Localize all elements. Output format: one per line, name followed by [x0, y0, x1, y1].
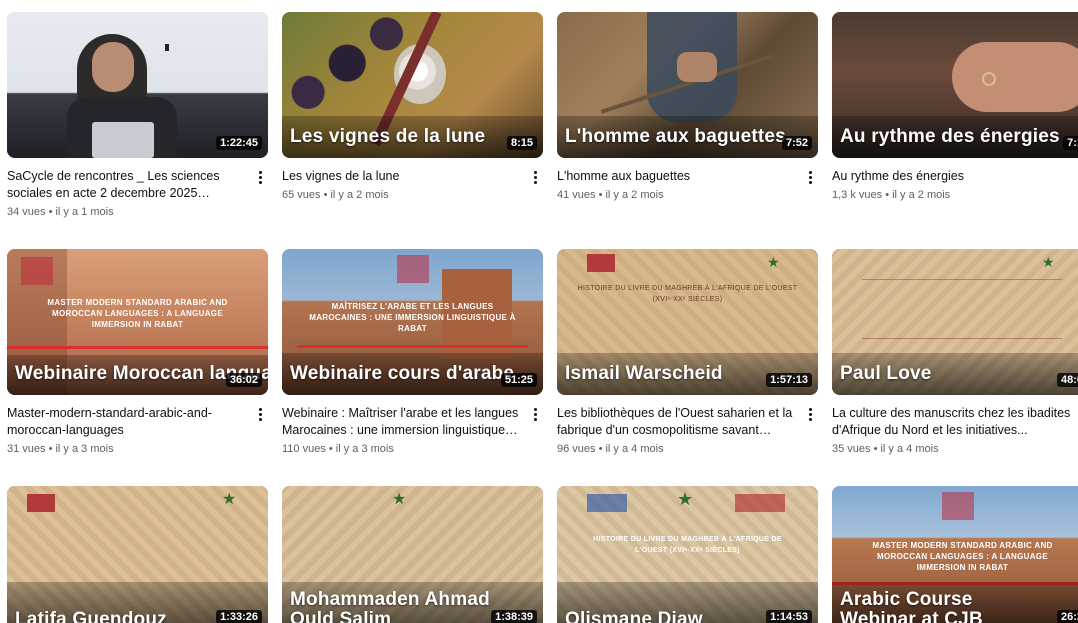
video-meta: Master-modern-standard-arabic-and-morocc… — [7, 395, 268, 455]
video-stats: 110 vues • il y a 3 mois — [282, 443, 394, 455]
more-options-icon[interactable] — [252, 168, 268, 186]
video-thumbnail[interactable]: 1:22:45 — [7, 12, 268, 158]
video-meta: SaCycle de rencontres _ Les sciences soc… — [7, 158, 268, 218]
thumbnail-overlay-title: Paul Love — [840, 363, 932, 384]
video-card[interactable]: MAÎTRISEZ L'ARABE ET LES LANGUES MAROCAI… — [282, 249, 543, 455]
video-card[interactable]: 1:22:45 SaCycle de rencontres _ Les scie… — [7, 12, 268, 218]
video-meta: Webinaire : Maîtriser l'arabe et les lan… — [282, 395, 543, 455]
thumbnail-overlay-title: Latifa Guendouz — [15, 609, 167, 623]
duration-badge: 8:15 — [506, 136, 537, 150]
thumbnail-overlay-title: Les vignes de la lune — [290, 126, 486, 147]
video-thumbnail[interactable]: Au rythme des énergies 7:1 — [832, 12, 1078, 158]
video-title[interactable]: Master-modern-standard-arabic-and-morocc… — [7, 405, 246, 439]
duration-badge: 1:57:13 — [766, 373, 812, 387]
video-title[interactable]: L'homme aux baguettes — [557, 168, 796, 185]
video-meta: L'homme aux baguettes 41 vues • il y a 2… — [557, 158, 818, 201]
duration-badge: 7:52 — [781, 136, 812, 150]
thumbnail-subtext: MASTER MODERN STANDARD ARABIC AND MOROCC… — [47, 298, 228, 329]
thumbnail-subtext: HISTOIRE DU LIVRE DU MAGHREB À L'AFRIQUE… — [577, 285, 798, 303]
video-card[interactable]: ★ Latifa Guendouz 1:33:26 — [7, 486, 268, 623]
video-card[interactable]: L'homme aux baguettes 7:52 L'homme aux b… — [557, 12, 818, 201]
video-thumbnail[interactable]: MAÎTRISEZ L'ARABE ET LES LANGUES MAROCAI… — [282, 249, 543, 395]
video-thumbnail[interactable]: MASTER MODERN STANDARD ARABIC AND MOROCC… — [7, 249, 268, 395]
duration-badge: 1:22:45 — [216, 136, 262, 150]
duration-badge: 48:0 — [1056, 373, 1078, 387]
more-options-icon[interactable] — [527, 405, 543, 423]
video-meta: Au rythme des énergies 1,3 k vues • il y… — [832, 158, 1078, 201]
duration-badge: 36:02 — [225, 373, 262, 387]
thumbnail-subtext: MAÎTRISEZ L'ARABE ET LES LANGUES MAROCAI… — [309, 302, 516, 333]
thumbnail-overlay-title: Ismail Warscheid — [565, 363, 723, 384]
thumbnail-overlay-title: L'homme aux baguettes — [565, 126, 786, 147]
thumbnail-overlay-title: Au rythme des énergies — [840, 126, 1060, 147]
video-card[interactable]: MASTER MODERN STANDARD ARABIC AND MOROCC… — [832, 486, 1078, 623]
video-stats: 35 vues • il y a 4 mois — [832, 443, 939, 455]
video-thumbnail[interactable]: MASTER MODERN STANDARD ARABIC AND MOROCC… — [832, 486, 1078, 623]
video-stats: 65 vues • il y a 2 mois — [282, 189, 389, 201]
video-stats: 41 vues • il y a 2 mois — [557, 189, 664, 201]
more-options-icon[interactable] — [802, 168, 818, 186]
video-card[interactable]: ★ Paul Love 48:0 La culture des manuscri… — [832, 249, 1078, 455]
video-meta: La culture des manuscrits chez les ibadi… — [832, 395, 1078, 455]
duration-badge: 26:2 — [1056, 610, 1078, 623]
video-meta: Les vignes de la lune 65 vues • il y a 2… — [282, 158, 543, 201]
video-thumbnail[interactable]: Les vignes de la lune 8:15 — [282, 12, 543, 158]
video-title[interactable]: SaCycle de rencontres _ Les sciences soc… — [7, 168, 246, 202]
duration-badge: 1:38:39 — [491, 610, 537, 623]
video-card[interactable]: Au rythme des énergies 7:1 Au rythme des… — [832, 12, 1078, 201]
video-card[interactable]: MASTER MODERN STANDARD ARABIC AND MOROCC… — [7, 249, 268, 455]
video-thumbnail[interactable]: L'homme aux baguettes 7:52 — [557, 12, 818, 158]
video-stats: 96 vues • il y a 4 mois — [557, 443, 664, 455]
video-stats: 31 vues • il y a 3 mois — [7, 443, 114, 455]
video-title[interactable]: Au rythme des énergies — [832, 168, 1071, 185]
video-title[interactable]: La culture des manuscrits chez les ibadi… — [832, 405, 1071, 439]
video-thumbnail[interactable]: ★ Latifa Guendouz 1:33:26 — [7, 486, 268, 623]
duration-badge: 1:33:26 — [216, 610, 262, 623]
video-card[interactable]: Les vignes de la lune 8:15 Les vignes de… — [282, 12, 543, 201]
thumbnail-overlay-title: Webinaire cours d'arabe — [290, 363, 515, 384]
thumbnail-overlay-title: Olismane Diaw — [565, 609, 703, 623]
duration-badge: 7:1 — [1063, 136, 1078, 150]
video-thumbnail[interactable]: ★ HISTOIRE DU LIVRE DU MAGHREB À L'AFRIQ… — [557, 249, 818, 395]
video-card[interactable]: ★ HISTOIRE DU LIVRE DU MAGHREB À L'AFRIQ… — [557, 486, 818, 623]
video-stats: 34 vues • il y a 1 mois — [7, 206, 114, 218]
video-stats: 1,3 k vues • il y a 2 mois — [832, 189, 951, 201]
video-thumbnail[interactable]: ★ HISTOIRE DU LIVRE DU MAGHREB À L'AFRIQ… — [557, 486, 818, 623]
more-options-icon[interactable] — [252, 405, 268, 423]
duration-badge: 1:14:53 — [766, 610, 812, 623]
thumbnail-overlay-title: Mohammaden Ahmad Ould Salim — [290, 589, 490, 623]
video-thumbnail[interactable]: ★ Paul Love 48:0 — [832, 249, 1078, 395]
video-title[interactable]: Webinaire : Maîtriser l'arabe et les lan… — [282, 405, 521, 439]
video-meta: Les bibliothèques de l'Ouest saharien et… — [557, 395, 818, 455]
video-title[interactable]: Les bibliothèques de l'Ouest saharien et… — [557, 405, 796, 439]
video-title[interactable]: Les vignes de la lune — [282, 168, 521, 185]
video-thumbnail[interactable]: ★ Mohammaden Ahmad Ould Salim 1:38:39 — [282, 486, 543, 623]
thumbnail-subtext: HISTOIRE DU LIVRE DU MAGHREB À L'AFRIQUE… — [593, 536, 782, 554]
more-options-icon[interactable] — [527, 168, 543, 186]
thumbnail-subtext: MASTER MODERN STANDARD ARABIC AND MOROCC… — [872, 541, 1053, 572]
video-card[interactable]: ★ HISTOIRE DU LIVRE DU MAGHREB À L'AFRIQ… — [557, 249, 818, 455]
duration-badge: 51:25 — [500, 373, 537, 387]
thumbnail-overlay-title: Arabic Course Webinar at CJB — [840, 589, 983, 623]
more-options-icon[interactable] — [802, 405, 818, 423]
video-card[interactable]: ★ Mohammaden Ahmad Ould Salim 1:38:39 — [282, 486, 543, 623]
